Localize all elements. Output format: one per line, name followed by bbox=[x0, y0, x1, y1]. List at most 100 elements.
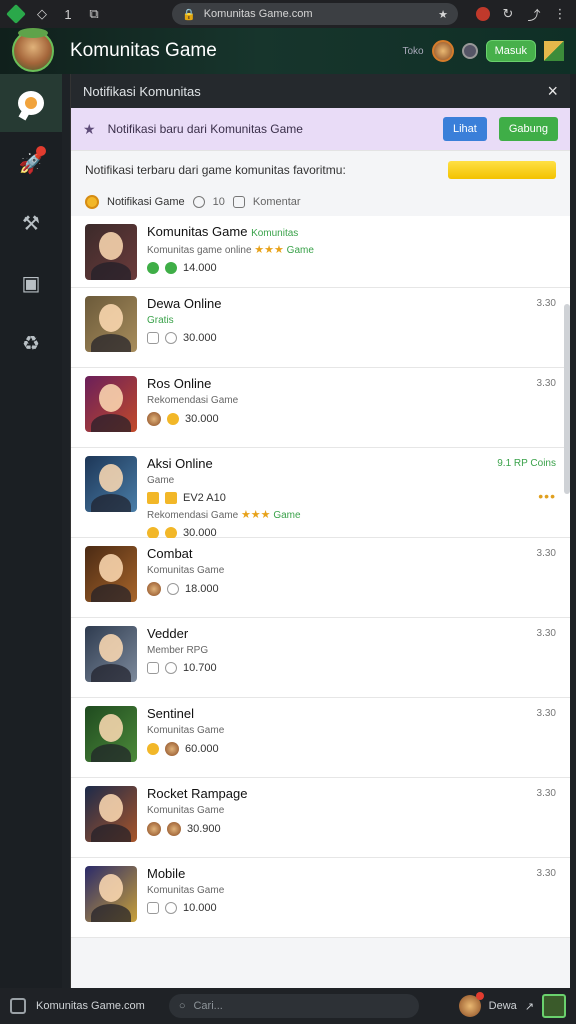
game-thumbnail[interactable] bbox=[85, 296, 137, 352]
flag-icon[interactable] bbox=[544, 41, 564, 61]
share-icon[interactable]: ⤴ bbox=[526, 6, 542, 23]
close-icon[interactable]: × bbox=[547, 81, 558, 102]
game-thumbnail[interactable] bbox=[85, 626, 137, 682]
timestamp: 3.30 bbox=[536, 868, 556, 879]
friend-avatar-2[interactable] bbox=[461, 43, 478, 59]
notice-text: Notifikasi terbaru dari game komunitas f… bbox=[85, 162, 346, 177]
user-avatar-bottom[interactable] bbox=[458, 992, 484, 1017]
game-subtitle: Komunitas Game bbox=[147, 565, 225, 576]
bottom-user-label[interactable]: Dewa bbox=[489, 1000, 517, 1012]
scrollbar[interactable] bbox=[564, 304, 570, 494]
sidebar-item-gamepad[interactable]: ▣ bbox=[0, 254, 62, 312]
sidebar-item-chat[interactable] bbox=[0, 74, 62, 132]
notification-panel: Notifikasi Komunitas × ★ Notifikasi baru… bbox=[70, 74, 570, 988]
login-button[interactable]: Masuk bbox=[485, 40, 536, 62]
game-name: Sentinel bbox=[147, 706, 194, 721]
game-name: Rocket Rampage bbox=[147, 786, 248, 801]
panel-header: Notifikasi Komunitas × bbox=[71, 74, 570, 108]
game-thumbnail[interactable] bbox=[85, 224, 137, 280]
friend-avatar[interactable] bbox=[431, 40, 454, 62]
filter-count: 10 bbox=[212, 196, 225, 208]
clock-icon bbox=[165, 662, 177, 674]
bottom-search[interactable]: ○ Cari... bbox=[168, 994, 419, 1018]
list-item[interactable]: Rocket Rampage Komunitas Game 30.900 3.3… bbox=[71, 778, 570, 858]
window-icon[interactable] bbox=[10, 998, 26, 1014]
browser-bar: ◇ 1 ⧉ 🔒 Komunitas Game.com ★ ↻ ⤴ ⋮ bbox=[0, 0, 576, 28]
bottom-site-label[interactable]: Komunitas Game.com bbox=[36, 1000, 145, 1012]
profile-icon[interactable] bbox=[476, 7, 490, 21]
game-subtitle: Komunitas Game bbox=[147, 805, 225, 816]
circle-filter-icon[interactable] bbox=[192, 196, 205, 208]
online-icon bbox=[147, 262, 159, 274]
highlight-bar[interactable] bbox=[448, 160, 556, 179]
list-item[interactable]: Dewa Online Gratis 30.000 3.30 bbox=[71, 288, 570, 368]
promo-view-button[interactable]: Lihat bbox=[442, 117, 487, 141]
game-stats: 60.000 bbox=[147, 742, 556, 756]
list-item[interactable]: Mobile Komunitas Game 10.000 3.30 bbox=[71, 858, 570, 938]
game-subtitle: Komunitas Game bbox=[147, 885, 225, 896]
player-count: 60.000 bbox=[185, 743, 219, 755]
refresh-icon[interactable]: ↻ bbox=[500, 6, 516, 22]
sidebar-item-recycle[interactable]: ♻ bbox=[0, 314, 62, 372]
smiley-icon bbox=[167, 413, 179, 425]
list-item[interactable]: Vedder Member RPG 10.700 3.30 bbox=[71, 618, 570, 698]
coin-icon bbox=[85, 195, 99, 209]
player-avatar-icon bbox=[147, 582, 161, 596]
user-avatar[interactable] bbox=[12, 28, 54, 72]
game-thumbnail[interactable] bbox=[85, 546, 137, 602]
game-thumbnail[interactable] bbox=[85, 786, 137, 842]
timestamp: 3.30 bbox=[536, 298, 556, 309]
tabs-icon[interactable]: ⧉ bbox=[86, 6, 102, 22]
timestamp: 3.30 bbox=[536, 708, 556, 719]
game-name: Komunitas Game Komunitas bbox=[147, 224, 299, 239]
player-count: 30.000 bbox=[183, 332, 217, 344]
game-thumbnail[interactable] bbox=[85, 706, 137, 762]
filter-comment-label[interactable]: Komentar bbox=[253, 196, 301, 208]
game-thumbnail[interactable] bbox=[85, 456, 137, 512]
game-name: Combat bbox=[147, 546, 193, 561]
clock-icon bbox=[167, 583, 179, 595]
sidebar-item-tools[interactable]: ⚒ bbox=[0, 194, 62, 252]
comment-filter-icon[interactable] bbox=[232, 196, 245, 208]
game-stats: 30.900 bbox=[147, 822, 556, 836]
extra-label: EV2 A10 bbox=[183, 492, 226, 504]
store-link[interactable]: Toko bbox=[402, 46, 423, 57]
list-item[interactable]: Aksi Online Game EV2 A10 Rekomendasi Gam… bbox=[71, 448, 570, 539]
list-item[interactable]: Sentinel Komunitas Game 60.000 3.30 bbox=[71, 698, 570, 778]
game-thumbnail[interactable] bbox=[85, 376, 137, 432]
lock-icon: 🔒 bbox=[182, 8, 196, 21]
game-subtitle-2: Rekomendasi Game ★★★ Game bbox=[147, 509, 301, 521]
menu-icon[interactable]: ⋮ bbox=[552, 6, 568, 22]
star-icon: ★ bbox=[83, 120, 96, 137]
bookmark-star-icon[interactable]: ★ bbox=[438, 8, 448, 21]
rating-stars: ★★★ bbox=[254, 244, 284, 256]
promo-join-button[interactable]: Gabung bbox=[498, 117, 558, 141]
filter-label[interactable]: Notifikasi Game bbox=[107, 196, 185, 208]
recycle-icon: ♻ bbox=[22, 332, 40, 355]
player-count: 10.000 bbox=[183, 902, 217, 914]
list-item[interactable]: Ros Online Rekomendasi Game 30.000 3.30 bbox=[71, 368, 570, 448]
game-launcher-icon[interactable] bbox=[542, 994, 566, 1018]
list-item[interactable]: Combat Komunitas Game 18.000 3.30 bbox=[71, 538, 570, 618]
address-bar[interactable]: 🔒 Komunitas Game.com ★ bbox=[172, 3, 458, 25]
panel-title: Notifikasi Komunitas bbox=[83, 83, 201, 99]
app-gem-icon[interactable] bbox=[6, 4, 26, 24]
game-subtitle: Game bbox=[147, 475, 175, 486]
timestamp: 3.30 bbox=[536, 548, 556, 559]
game-extra: EV2 A10 bbox=[147, 492, 556, 504]
sidebar-item-rocket[interactable]: 🚀 bbox=[0, 134, 62, 192]
game-tag: Game bbox=[286, 245, 314, 256]
timestamp: 3.30 bbox=[536, 788, 556, 799]
notification-list: Komunitas Game Komunitas Komunitas game … bbox=[71, 216, 570, 938]
search-placeholder: Cari... bbox=[193, 1000, 223, 1012]
arrow-icon[interactable]: ↗ bbox=[525, 1000, 534, 1013]
player-count: 30.000 bbox=[185, 413, 219, 425]
game-thumbnail[interactable] bbox=[85, 866, 137, 922]
notification-badge bbox=[475, 992, 484, 1000]
nav-arrow-icon[interactable]: ◇ bbox=[34, 6, 50, 22]
list-item[interactable]: Komunitas Game Komunitas Komunitas game … bbox=[71, 216, 570, 288]
tab-count[interactable]: 1 bbox=[60, 6, 76, 22]
more-options-icon[interactable]: ••• bbox=[538, 488, 556, 504]
filter-row: Notifikasi Game 10 Komentar bbox=[71, 188, 570, 216]
player-avatar-icon-2 bbox=[167, 822, 181, 836]
